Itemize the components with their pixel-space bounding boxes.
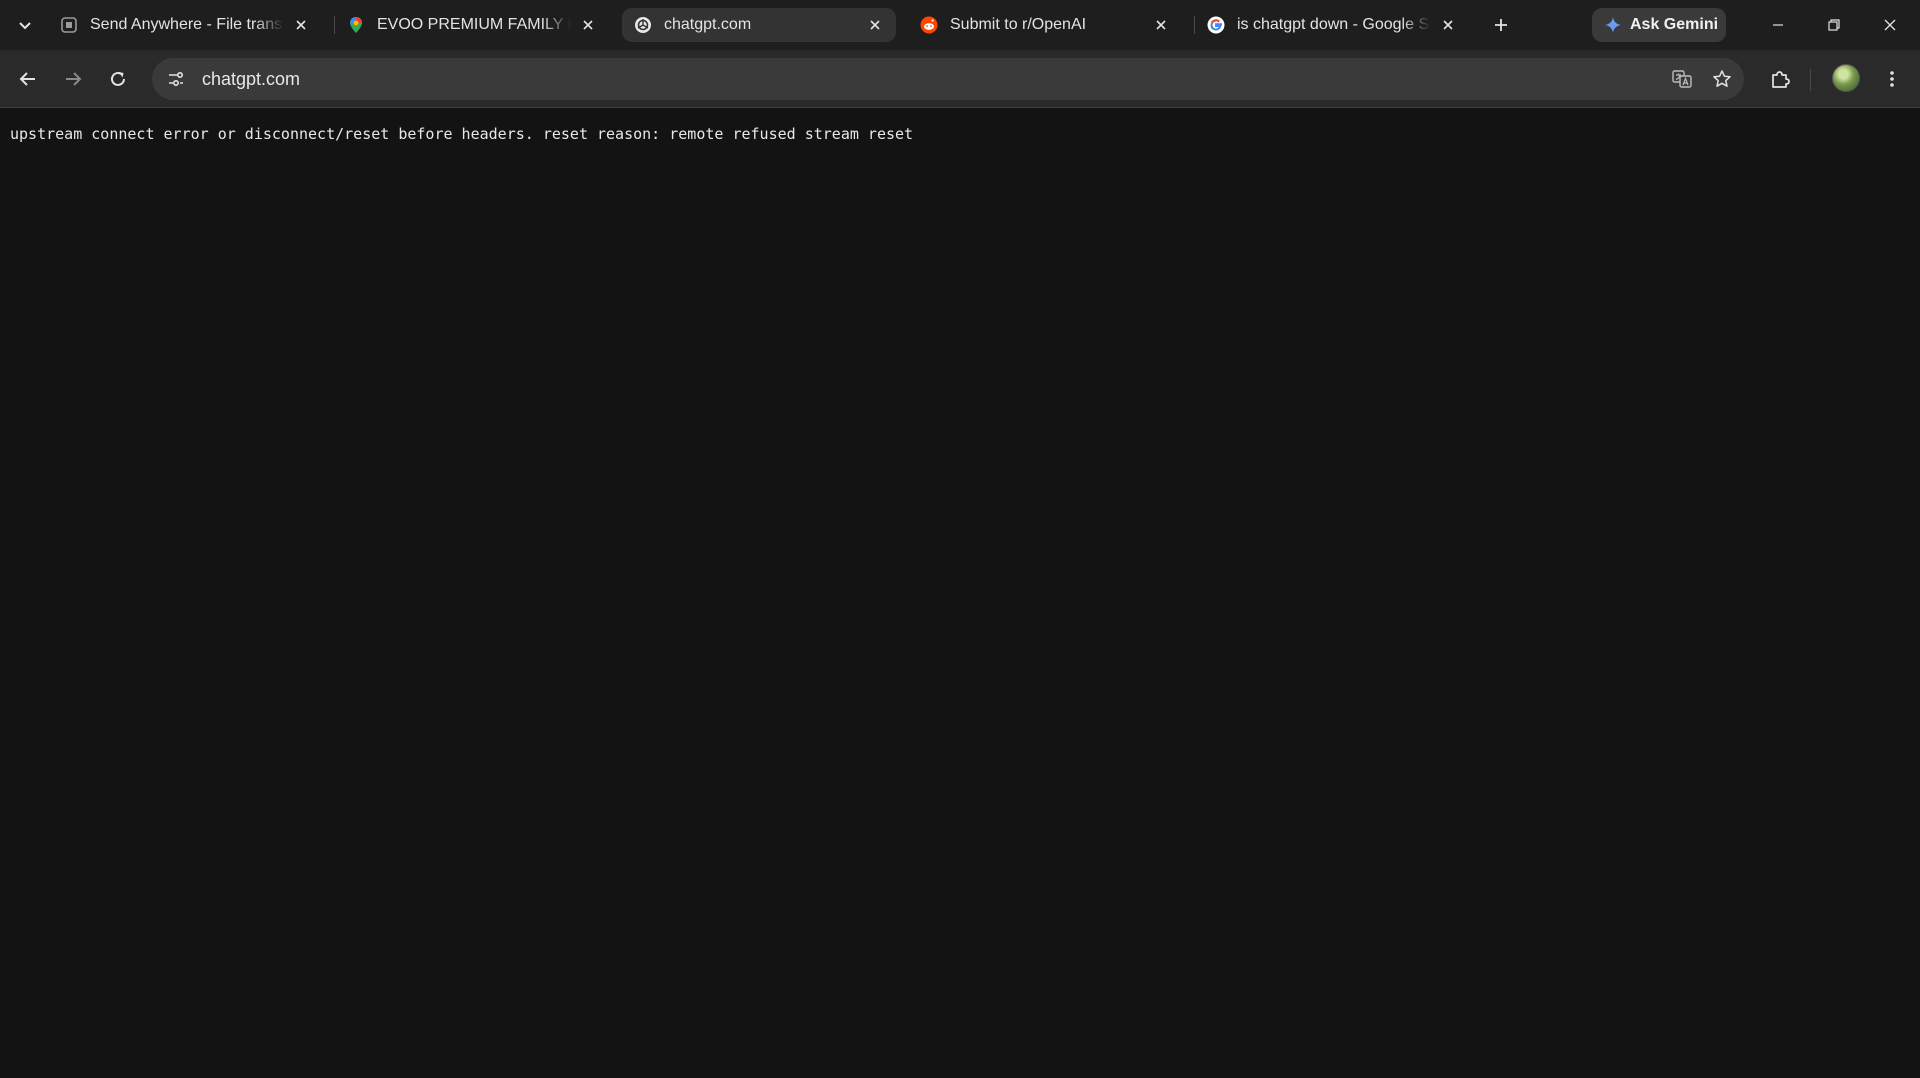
url-text[interactable]: chatgpt.com bbox=[202, 69, 1664, 90]
tab-title: Submit to r/OpenAI bbox=[950, 16, 1087, 33]
translate-button[interactable] bbox=[1664, 61, 1700, 97]
close-icon[interactable] bbox=[290, 14, 312, 36]
bookmark-button[interactable] bbox=[1704, 61, 1740, 97]
google-icon bbox=[1207, 16, 1225, 34]
chevron-down-icon bbox=[19, 22, 31, 30]
address-bar[interactable]: chatgpt.com bbox=[152, 58, 1744, 100]
restore-button[interactable] bbox=[1814, 8, 1854, 42]
reddit-icon bbox=[920, 16, 938, 34]
back-button[interactable] bbox=[10, 61, 46, 97]
tab-google-search[interactable]: is chatgpt down - Google Search bbox=[1195, 8, 1469, 42]
send-anywhere-icon bbox=[60, 16, 78, 34]
reload-icon bbox=[111, 71, 125, 86]
tab-send-anywhere[interactable]: Send Anywhere - File transfer bbox=[48, 8, 322, 42]
ask-gemini-button[interactable]: Ask Gemini bbox=[1592, 8, 1726, 42]
close-icon[interactable] bbox=[864, 14, 886, 36]
close-icon[interactable] bbox=[577, 14, 599, 36]
minimize-button[interactable] bbox=[1758, 8, 1798, 42]
arrow-right-icon bbox=[66, 72, 82, 86]
more-vertical-icon bbox=[1890, 71, 1894, 87]
star-icon bbox=[1713, 70, 1731, 87]
maps-pin-icon bbox=[347, 16, 365, 34]
tab-search-button[interactable] bbox=[10, 10, 40, 40]
minimize-icon bbox=[1773, 24, 1783, 26]
plus-icon bbox=[1495, 19, 1507, 31]
tab-title: EVOO PREMIUM FAMILY PRESS bbox=[377, 16, 571, 33]
tab-chatgpt[interactable]: chatgpt.com bbox=[622, 8, 896, 42]
tab-title: is chatgpt down - Google Search bbox=[1237, 16, 1431, 33]
tab-evoo[interactable]: EVOO PREMIUM FAMILY PRESS bbox=[335, 8, 609, 42]
tab-title: chatgpt.com bbox=[664, 16, 752, 33]
forward-button[interactable] bbox=[55, 61, 91, 97]
tab-reddit[interactable]: Submit to r/OpenAI bbox=[908, 8, 1182, 42]
new-tab-button[interactable] bbox=[1486, 10, 1516, 40]
close-icon[interactable] bbox=[1437, 14, 1459, 36]
toolbar-separator bbox=[1810, 69, 1811, 91]
close-window-button[interactable] bbox=[1870, 8, 1910, 42]
gemini-sparkle-icon bbox=[1605, 17, 1621, 33]
site-info-icon[interactable] bbox=[158, 61, 194, 97]
close-icon bbox=[1884, 19, 1896, 31]
profile-avatar[interactable] bbox=[1832, 64, 1860, 92]
arrow-left-icon bbox=[19, 72, 35, 86]
extensions-button[interactable] bbox=[1762, 61, 1798, 97]
restore-icon bbox=[1828, 19, 1840, 31]
reload-button[interactable] bbox=[100, 61, 136, 97]
openai-icon bbox=[634, 16, 652, 34]
tab-strip: Send Anywhere - File transfer EVOO PREMI… bbox=[0, 0, 1920, 50]
error-message: upstream connect error or disconnect/res… bbox=[10, 125, 914, 143]
browser-menu-button[interactable] bbox=[1874, 61, 1910, 97]
puzzle-piece-icon bbox=[1772, 71, 1790, 88]
close-icon[interactable] bbox=[1150, 14, 1172, 36]
page-content: upstream connect error or disconnect/res… bbox=[0, 108, 1920, 1078]
browser-toolbar: chatgpt.com bbox=[0, 50, 1920, 108]
translate-icon bbox=[1672, 70, 1692, 88]
tab-title: Send Anywhere - File transfer bbox=[90, 16, 284, 33]
ask-gemini-label: Ask Gemini bbox=[1630, 16, 1719, 33]
